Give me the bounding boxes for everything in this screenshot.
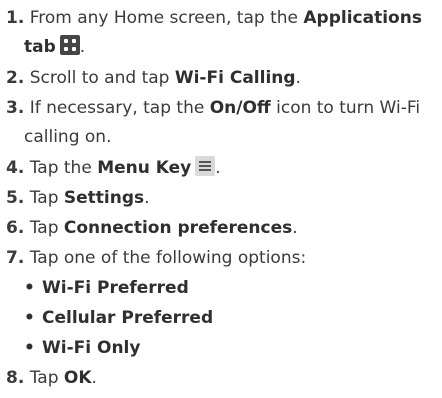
- step-number: 8.: [6, 368, 25, 388]
- step-number: 6.: [6, 218, 25, 238]
- step-bold-term: Applications: [303, 8, 422, 28]
- step-text: Scroll to and tap: [29, 68, 175, 88]
- step-5: 5. Tap Settings.: [6, 184, 438, 213]
- step-bold-term: Menu Key: [97, 158, 192, 178]
- bullet: •: [24, 308, 35, 328]
- step-number: 2.: [6, 68, 25, 88]
- step-2: 2. Scroll to and tap Wi-Fi Calling.: [6, 64, 438, 93]
- step-text: Tap: [29, 188, 64, 208]
- step-text: Tap one of the following options:: [29, 248, 307, 268]
- step-text: .: [91, 368, 97, 388]
- step-text: icon to turn Wi-Fi: [270, 98, 421, 118]
- menu-key-icon: [195, 156, 216, 176]
- step-3: 3. If necessary, tap the On/Off icon to …: [6, 94, 438, 123]
- step-7: 7. Tap one of the following options:: [6, 244, 438, 273]
- option-cellular-preferred: • Cellular Preferred: [24, 304, 213, 333]
- step-text: From any Home screen, tap the: [29, 8, 304, 28]
- option-label: Wi-Fi Preferred: [42, 278, 189, 298]
- step-text: Tap: [29, 218, 64, 238]
- step-number: 3.: [6, 98, 25, 118]
- step-text: .: [295, 68, 301, 88]
- step-text: calling on.: [24, 127, 112, 147]
- option-wifi-only: • Wi-Fi Only: [24, 334, 140, 363]
- step-text: .: [292, 218, 298, 238]
- step-number: 7.: [6, 248, 25, 268]
- step-text: Tap the: [29, 158, 98, 178]
- bullet: •: [24, 338, 35, 358]
- step-8: 8. Tap OK.: [6, 364, 438, 393]
- bullet: •: [24, 278, 35, 298]
- step-text: .: [79, 37, 86, 57]
- option-wifi-preferred: • Wi-Fi Preferred: [24, 274, 189, 303]
- step-1: 1. From any Home screen, tap the Applica…: [6, 4, 438, 33]
- step-number: 1.: [6, 8, 25, 28]
- step-bold-term: Settings: [63, 188, 145, 208]
- step-text: .: [144, 188, 150, 208]
- step-3-continued: calling on.: [24, 123, 111, 152]
- step-text: .: [215, 158, 221, 178]
- step-1-continued: tab.: [24, 33, 85, 62]
- step-number: 4.: [6, 158, 25, 178]
- step-text: Tap: [29, 368, 64, 388]
- applications-grid-icon: [59, 35, 80, 55]
- step-number: 5.: [6, 188, 25, 208]
- instruction-list: 1. From any Home screen, tap the Applica…: [0, 0, 442, 398]
- step-bold-term: Connection preferences: [63, 218, 293, 238]
- step-bold-term: OK: [63, 368, 92, 388]
- step-bold-term: tab: [24, 37, 56, 57]
- option-label: Cellular Preferred: [42, 308, 214, 328]
- step-bold-term: Wi-Fi Calling: [174, 68, 296, 88]
- step-text: If necessary, tap the: [29, 98, 210, 118]
- option-label: Wi-Fi Only: [42, 338, 141, 358]
- step-4: 4. Tap the Menu Key.: [6, 154, 438, 183]
- step-6: 6. Tap Connection preferences.: [6, 214, 438, 243]
- step-bold-term: On/Off: [209, 98, 271, 118]
